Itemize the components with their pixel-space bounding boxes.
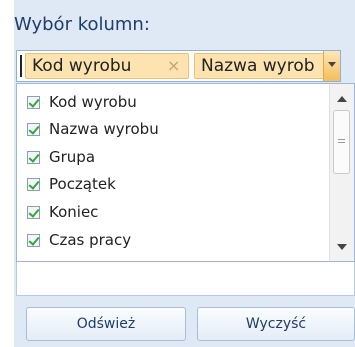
checkbox-checked[interactable] [27,206,40,219]
list-item[interactable]: Grupa [23,147,323,171]
checkbox-checked[interactable] [27,96,40,109]
checkbox-checked[interactable] [27,234,40,247]
text-cursor [20,55,22,77]
refresh-button[interactable]: Odśwież [26,307,186,341]
scrollbar-thumb[interactable] [333,110,350,174]
list-item[interactable]: Początek [23,174,323,198]
checkbox-checked[interactable] [27,178,40,191]
checkbox-checked[interactable] [27,151,40,164]
tag-nazwa-wyrobu[interactable]: Nazwa wyrob [194,53,338,79]
dropdown-toggle-button[interactable] [323,51,340,81]
column-dropdown-list[interactable]: Kod wyrobu Nazwa wyrobu Grupa Początek K… [16,83,355,262]
remove-tag-icon[interactable]: × [167,54,180,78]
scroll-down-arrow-icon[interactable] [337,244,347,250]
grip-icon [338,139,345,140]
list-item-label: Grupa [49,148,96,166]
tag-label: Nazwa wyrob [201,56,315,76]
checkbox-checked[interactable] [27,123,40,136]
list-item-label: Nazwa wyrobu [49,120,159,138]
list-item-label: Czas pracy [49,231,132,249]
column-tag-selector[interactable]: Kod wyrobu × Nazwa wyrob [16,50,341,82]
clear-button[interactable]: Wyczyść [197,307,355,341]
scroll-up-arrow-icon[interactable] [337,96,347,102]
list-item[interactable]: Nazwa wyrobu [23,119,323,143]
vertical-scrollbar[interactable] [329,84,354,261]
list-item[interactable]: Koniec [23,202,323,226]
tag-label: Kod wyrobu [32,56,132,76]
tag-kod-wyrobu[interactable]: Kod wyrobu × [25,53,189,79]
panel-title: Wybór kolumn: [14,14,150,35]
list-item[interactable]: Kod wyrobu [23,92,323,116]
list-item-label: Koniec [49,203,99,221]
chevron-down-icon [328,62,336,67]
list-item-label: Początek [49,175,116,193]
results-area [16,262,355,296]
list-item-label: Kod wyrobu [49,93,137,111]
list-item[interactable]: Czas pracy [23,230,323,254]
